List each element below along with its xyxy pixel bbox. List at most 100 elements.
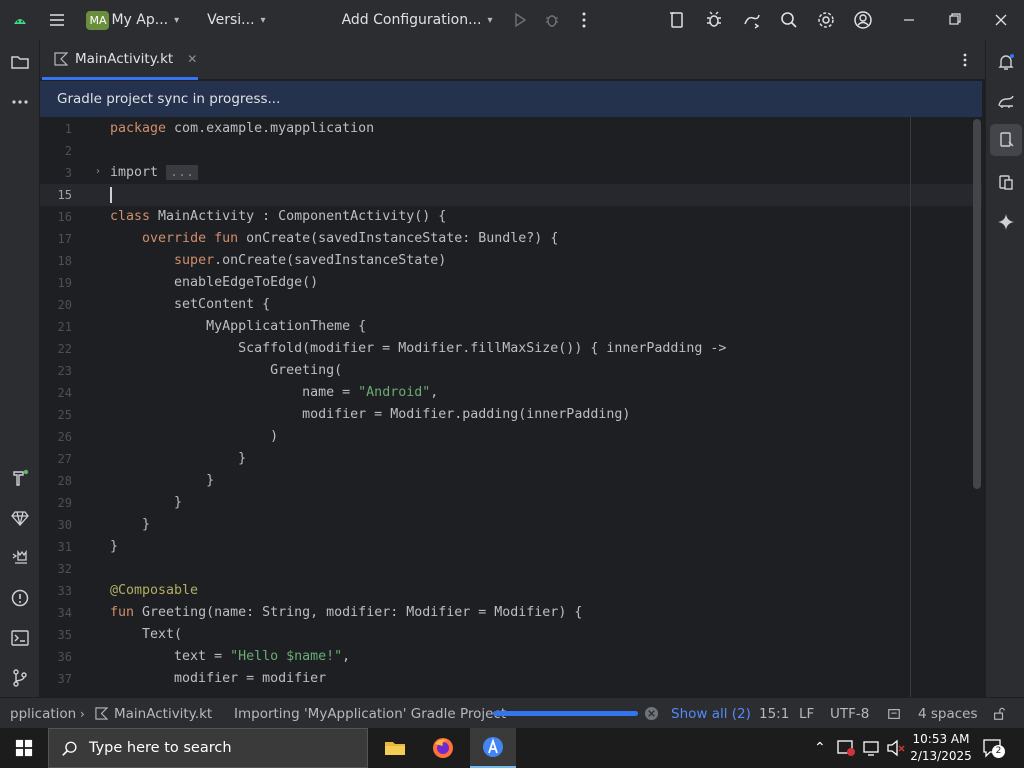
- code-line: }: [110, 517, 151, 532]
- indent-setting[interactable]: 4 spaces: [918, 698, 978, 729]
- project-selector[interactable]: MA My Ap... ▾: [74, 0, 185, 40]
- code-line: }: [110, 495, 183, 510]
- build-hammer-icon[interactable]: [0, 460, 40, 496]
- account-avatar-icon[interactable]: [845, 0, 882, 40]
- clock[interactable]: 10:53 AM 2/13/2025: [910, 731, 972, 765]
- code-line: name = "Android",: [110, 385, 439, 400]
- volume-muted-icon[interactable]: [886, 739, 906, 757]
- project-folder-icon[interactable]: [0, 44, 40, 80]
- code-line: fun Greeting(name: String, modifier: Mod…: [110, 605, 583, 620]
- android-studio-logo-icon[interactable]: [0, 0, 39, 40]
- progress-bar[interactable]: [493, 711, 638, 716]
- notifications-bell-icon[interactable]: [986, 44, 1024, 80]
- vcs-selector[interactable]: Versi... ▾: [185, 0, 271, 40]
- windows-start-icon[interactable]: [0, 728, 48, 768]
- line-number: 32: [57, 562, 72, 576]
- editor-scrollbar[interactable]: [973, 119, 981, 489]
- run-config-selector[interactable]: Add Configuration... ▾: [272, 0, 499, 40]
- maximize-window-icon[interactable]: [932, 0, 978, 40]
- line-number: 30: [57, 518, 72, 532]
- fold-arrow-icon[interactable]: ›: [96, 166, 100, 177]
- line-number: 2: [64, 144, 72, 158]
- code-line: override fun onCreate(savedInstanceState…: [142, 231, 559, 246]
- git-branch-icon[interactable]: [0, 660, 40, 696]
- code-line: modifier = modifier: [110, 671, 327, 686]
- line-number: 24: [57, 386, 72, 400]
- lock-icon[interactable]: [992, 698, 1006, 729]
- line-separator[interactable]: LF: [799, 698, 814, 729]
- title-bar: MA My Ap... ▾ Versi... ▾ Add Configurati…: [0, 0, 1024, 40]
- sync-banner-text: Gradle project sync in progress...: [57, 91, 281, 107]
- vcs-label: Versi...: [207, 12, 255, 28]
- logcat-icon[interactable]: [0, 540, 40, 576]
- gradle-sync-icon[interactable]: [733, 0, 770, 40]
- file-explorer-icon[interactable]: [374, 728, 416, 768]
- device-manager-icon[interactable]: [659, 0, 696, 40]
- code-line: class MainActivity : ComponentActivity()…: [110, 209, 447, 224]
- line-number: 21: [57, 320, 72, 334]
- project-name: My Ap...: [111, 12, 169, 28]
- taskbar-search-box[interactable]: Type here to search: [48, 728, 368, 768]
- show-all-tasks-link[interactable]: Show all (2): [671, 698, 751, 729]
- breadcrumb-project[interactable]: pplication: [10, 698, 76, 729]
- line-number: 15: [57, 188, 72, 202]
- caret-position[interactable]: 15:1: [759, 698, 789, 729]
- cancel-task-icon[interactable]: [644, 698, 659, 729]
- device-manager-panel-icon[interactable]: [990, 124, 1022, 156]
- gemini-sparkle-icon[interactable]: [986, 204, 1024, 240]
- network-icon[interactable]: [862, 739, 882, 757]
- main-menu-icon[interactable]: [39, 0, 74, 40]
- show-hidden-icons-chevron-icon[interactable]: ⌃: [814, 740, 826, 756]
- search-placeholder: Type here to search: [89, 740, 232, 756]
- terminal-icon[interactable]: [0, 620, 40, 656]
- close-tab-icon[interactable]: ✕: [187, 52, 197, 66]
- more-options-icon[interactable]: [569, 0, 598, 40]
- code-editor[interactable]: › 1 package com.example.myapplication 2 3 im…: [40, 117, 982, 697]
- breadcrumb-file[interactable]: MainActivity.kt: [95, 698, 212, 729]
- current-line-highlight: [40, 184, 982, 206]
- running-devices-icon[interactable]: [986, 164, 1024, 200]
- more-tool-windows-icon[interactable]: [0, 84, 40, 120]
- line-number: 19: [57, 276, 72, 290]
- line-number: 17: [57, 232, 72, 246]
- line-number: 36: [57, 650, 72, 664]
- notification-center-icon[interactable]: 2: [982, 738, 1005, 758]
- background-task-text[interactable]: Importing 'MyApplication' Gradle Project: [234, 698, 506, 729]
- run-icon[interactable]: [504, 0, 535, 40]
- line-number: 35: [57, 628, 72, 642]
- security-alert-icon[interactable]: [836, 739, 856, 757]
- file-encoding[interactable]: UTF-8: [830, 698, 869, 729]
- readonly-toggle-icon[interactable]: [887, 698, 901, 729]
- line-number: 23: [57, 364, 72, 378]
- code-line: MyApplicationTheme {: [110, 319, 367, 334]
- code-line: enableEdgeToEdge(): [110, 275, 319, 290]
- tab-options-icon[interactable]: [955, 50, 975, 70]
- gradle-elephant-icon[interactable]: [986, 84, 1024, 120]
- problems-warning-icon[interactable]: [0, 580, 40, 616]
- android-studio-taskbar-icon[interactable]: [470, 728, 516, 768]
- line-number: 33: [57, 584, 72, 598]
- line-number: 16: [57, 210, 72, 224]
- firefox-icon[interactable]: [422, 728, 464, 768]
- code-line: import ...: [110, 165, 199, 180]
- app-inspection-bug-icon[interactable]: [696, 0, 733, 40]
- debug-icon[interactable]: [536, 0, 569, 40]
- gemini-diamond-icon[interactable]: [0, 500, 40, 536]
- close-window-icon[interactable]: [978, 0, 1024, 40]
- clock-date: 2/13/2025: [910, 749, 972, 763]
- line-number: 29: [57, 496, 72, 510]
- sync-banner: Gradle project sync in progress...: [40, 81, 982, 117]
- search-icon: [62, 741, 77, 756]
- breadcrumb-chevron-icon: ›: [80, 706, 85, 721]
- code-line: Scaffold(modifier = Modifier.fillMaxSize…: [110, 341, 727, 356]
- search-icon[interactable]: [770, 0, 807, 40]
- tab-main-activity[interactable]: MainActivity.kt ✕: [42, 40, 198, 80]
- kotlin-file-icon: [95, 707, 108, 720]
- minimize-window-icon[interactable]: [886, 0, 932, 40]
- chevron-down-icon: ▾: [487, 14, 493, 26]
- project-badge: MA: [86, 10, 110, 30]
- code-line: Greeting(: [110, 363, 343, 378]
- settings-gear-icon[interactable]: [807, 0, 844, 40]
- clock-time: 10:53 AM: [912, 732, 970, 746]
- progress-bar-fill: [493, 711, 638, 716]
